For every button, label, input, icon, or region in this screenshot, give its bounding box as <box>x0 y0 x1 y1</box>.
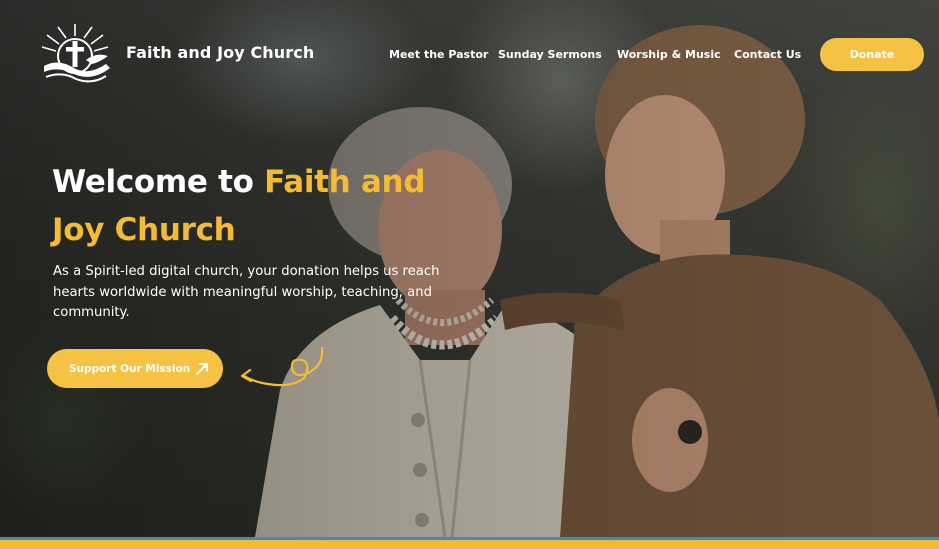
hero-subtext: As a Spirit-led digital church, your don… <box>53 264 440 320</box>
headline-accent-1: Faith and <box>264 164 426 200</box>
brand-name[interactable]: Faith and Joy Church <box>126 43 314 62</box>
support-mission-label: Support Our Mission <box>69 362 191 375</box>
nav-contact-us[interactable]: Contact Us <box>734 48 801 61</box>
hero-headline: Welcome to Faith and Joy Church <box>52 158 472 254</box>
donate-button[interactable]: Donate <box>820 38 924 71</box>
support-mission-button[interactable]: Support Our Mission <box>47 349 223 388</box>
cross-dove-logo-icon[interactable] <box>36 22 114 84</box>
headline-accent-2: Joy Church <box>52 212 236 248</box>
headline-white: Welcome to <box>52 164 265 200</box>
nav-meet-the-pastor[interactable]: Meet the Pastor <box>389 48 488 61</box>
nav-sunday-sermons[interactable]: Sunday Sermons <box>498 48 602 61</box>
bottom-stripe <box>0 537 939 549</box>
curly-arrow-icon <box>240 346 324 387</box>
arrow-up-right-icon <box>196 363 208 375</box>
nav-worship-music[interactable]: Worship & Music <box>617 48 721 61</box>
